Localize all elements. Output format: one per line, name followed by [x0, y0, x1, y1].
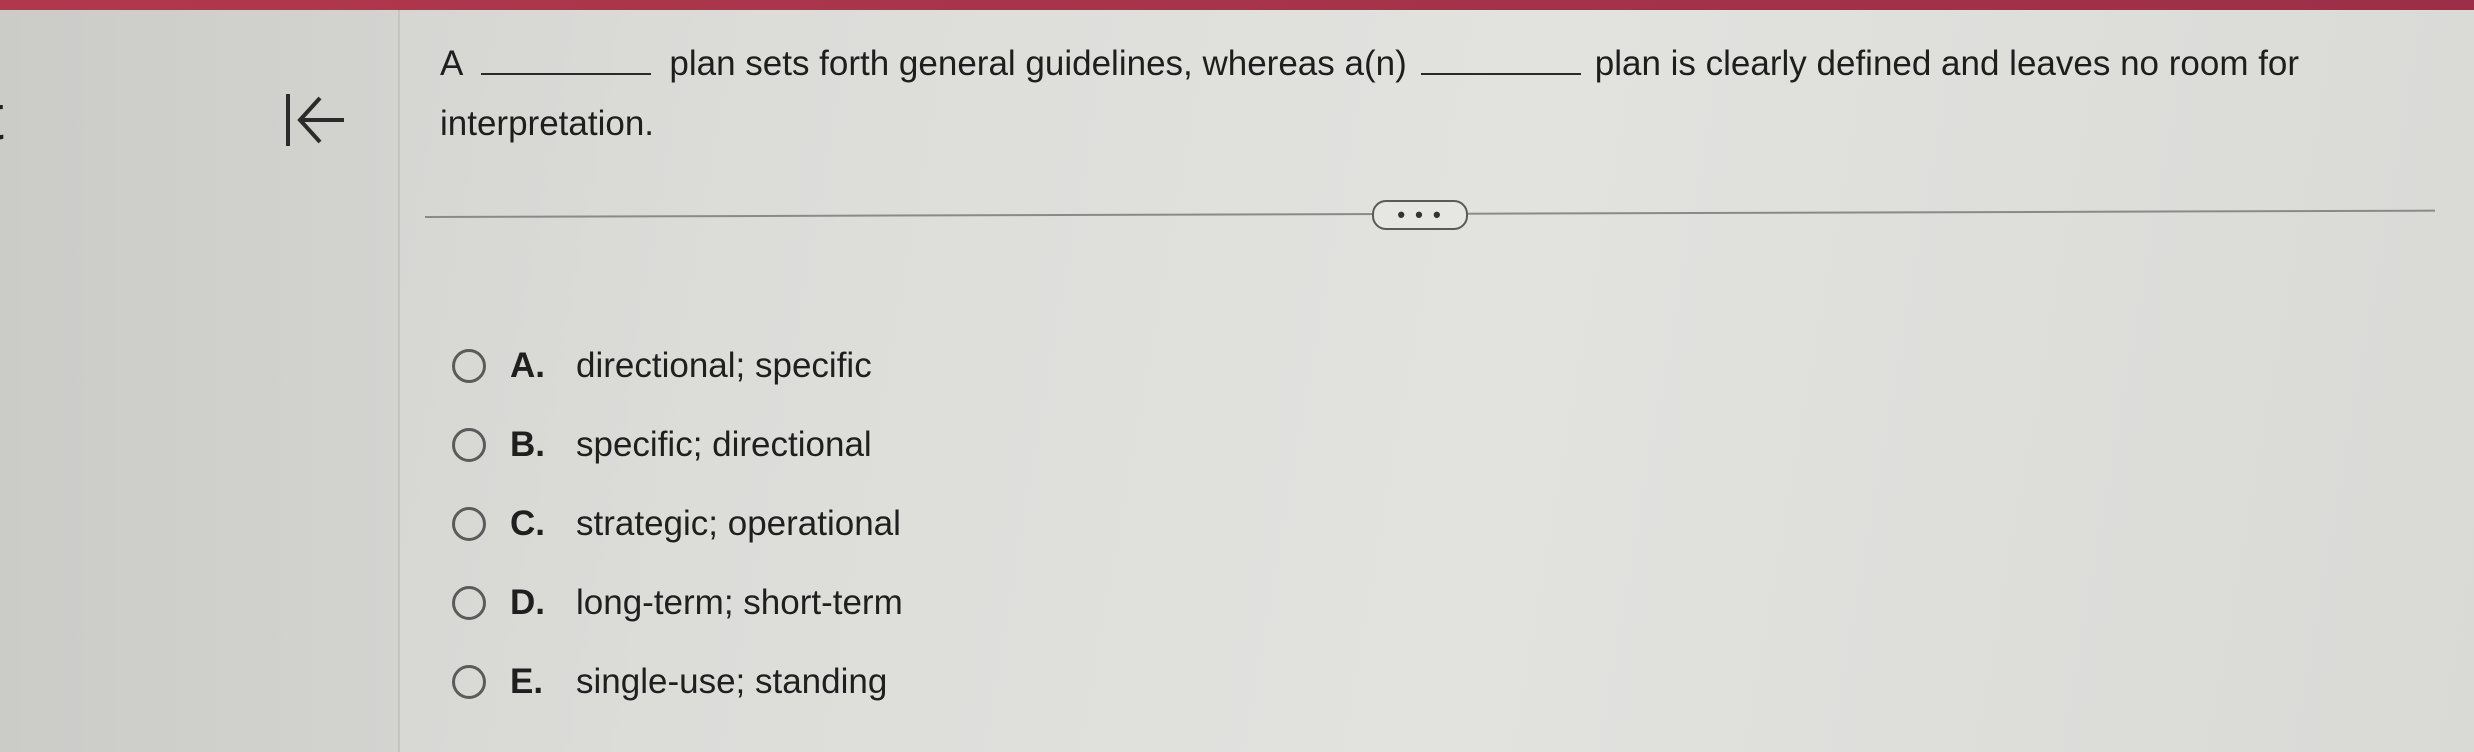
more-options-button[interactable]: • • • — [1372, 200, 1468, 230]
question-text: Aplan sets forth general guidelines, whe… — [440, 34, 2400, 154]
option-letter: B. — [510, 424, 545, 464]
radio-button[interactable] — [452, 585, 486, 620]
option-letter: E. — [510, 661, 544, 701]
option-b[interactable]: B. specific; directional — [452, 405, 903, 484]
option-text: long-term; short-term — [576, 582, 903, 622]
option-e[interactable]: E. single-use; standing — [452, 642, 903, 721]
option-text: single-use; standing — [576, 661, 888, 701]
answer-options: A. directional; specific B. specific; di… — [452, 326, 903, 721]
option-d[interactable]: D. long-term; short-term — [452, 563, 903, 642]
option-a[interactable]: A. directional; specific — [452, 326, 903, 405]
radio-button[interactable] — [452, 427, 486, 462]
answer-blank-1 — [481, 43, 652, 75]
question-part-1: A — [440, 44, 464, 83]
radio-button[interactable] — [452, 348, 486, 383]
first-page-arrow-icon[interactable] — [282, 90, 348, 150]
option-text: strategic; operational — [576, 503, 901, 543]
option-text: specific; directional — [576, 424, 872, 464]
left-pane: t — [0, 10, 400, 752]
top-header-strip — [0, 0, 2474, 10]
answer-blank-2 — [1420, 43, 1581, 75]
radio-button[interactable] — [452, 506, 486, 541]
question-part-2: plan sets forth general guidelines, wher… — [669, 44, 1407, 83]
partial-sidebar-text: t — [0, 80, 4, 154]
option-letter: C. — [510, 503, 545, 543]
option-text: directional; specific — [576, 345, 872, 385]
option-letter: A. — [510, 345, 545, 385]
option-c[interactable]: C. strategic; operational — [452, 484, 903, 563]
option-letter: D. — [510, 582, 545, 622]
radio-button[interactable] — [452, 664, 486, 699]
screen: t Aplan sets forth general guidelines, w… — [0, 0, 2474, 752]
